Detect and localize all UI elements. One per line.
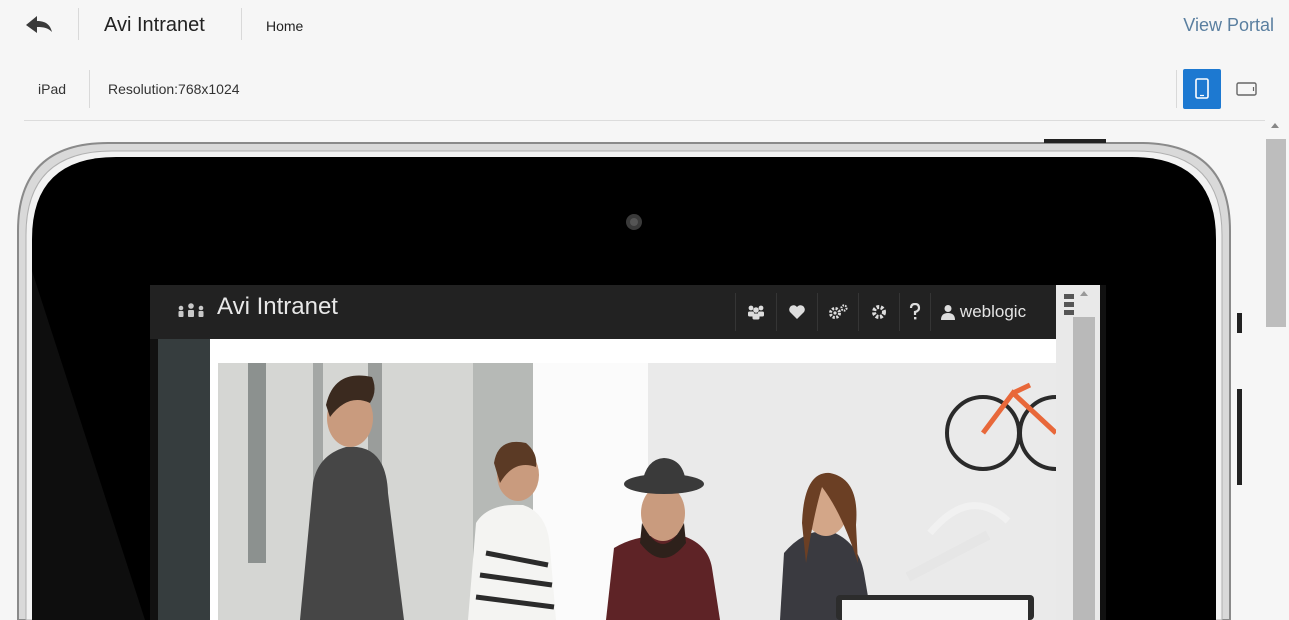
top-bar: Avi Intranet Home View Portal	[0, 0, 1289, 52]
heart-icon	[789, 305, 805, 319]
portal-title: Avi Intranet	[217, 293, 338, 320]
device-label[interactable]: iPad	[38, 81, 66, 97]
portrait-orientation-button[interactable]	[1183, 69, 1221, 109]
portal-scrollbar[interactable]	[1056, 285, 1100, 620]
help-icon	[909, 303, 921, 320]
divider	[89, 70, 90, 108]
portal-content	[210, 339, 1065, 620]
view-portal-link[interactable]: View Portal	[1183, 15, 1274, 36]
page-scrollbar[interactable]	[1264, 121, 1289, 620]
breadcrumb-home[interactable]: Home	[266, 18, 303, 34]
people-icon	[748, 305, 764, 320]
portal-header: Avi Intranet weblogic	[150, 285, 1056, 339]
portal-scroll-thumb[interactable]	[1073, 317, 1095, 620]
team-photo	[218, 363, 1065, 620]
menu-icon	[1064, 294, 1074, 315]
divider	[241, 8, 242, 40]
resolution-label: Resolution:768x1024	[108, 81, 240, 97]
settings-button[interactable]	[858, 293, 899, 331]
page-scroll-thumb[interactable]	[1266, 139, 1286, 327]
divider	[78, 8, 79, 40]
divider	[1176, 70, 1177, 108]
help-button[interactable]	[899, 293, 930, 331]
scroll-up-arrow[interactable]	[1271, 123, 1279, 128]
scroll-up-arrow[interactable]	[1080, 291, 1088, 296]
app-title: Avi Intranet	[104, 14, 205, 36]
admin-button[interactable]	[817, 293, 858, 331]
device-preview: Avi Intranet weblogic	[0, 121, 1262, 620]
favorites-button[interactable]	[776, 293, 817, 331]
user-icon	[940, 305, 955, 320]
tablet-landscape-icon	[1236, 82, 1257, 96]
landscape-orientation-button[interactable]	[1228, 69, 1266, 109]
user-name: weblogic	[959, 302, 1027, 321]
tablet-portrait-icon	[1195, 78, 1209, 99]
gears-icon	[829, 304, 848, 319]
portal-sidebar	[158, 339, 210, 620]
portal-preview: Avi Intranet weblogic	[150, 285, 1106, 620]
people-logo-icon	[176, 301, 206, 326]
user-menu[interactable]: weblogic	[930, 293, 1036, 331]
back-arrow-icon	[26, 16, 52, 33]
settings-icon	[872, 305, 886, 319]
back-button[interactable]	[24, 10, 54, 40]
people-button[interactable]	[735, 293, 776, 331]
